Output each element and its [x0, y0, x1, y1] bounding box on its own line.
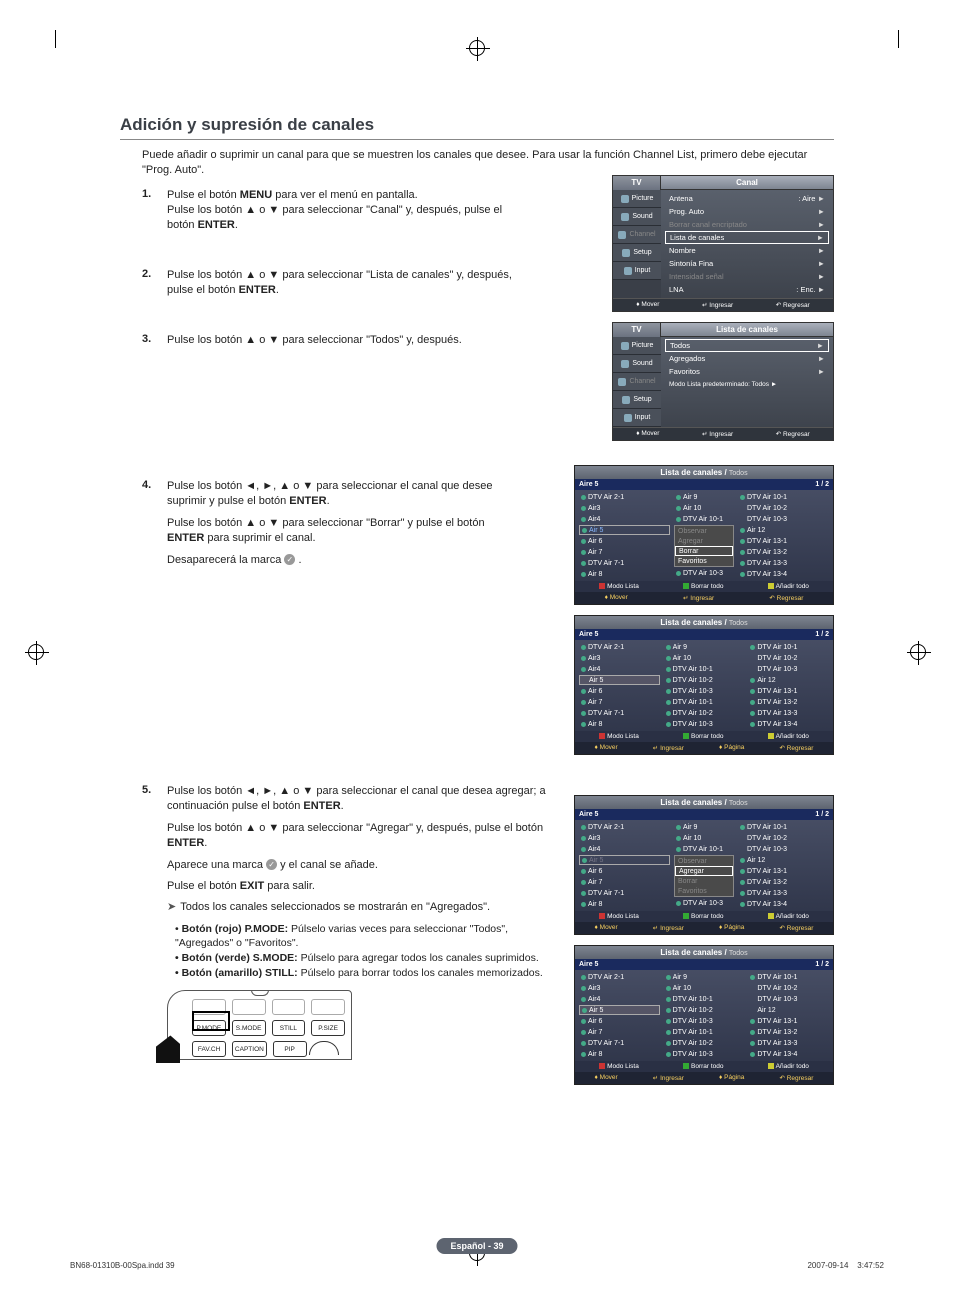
item-sintonia[interactable]: Sintonía Fina► [665, 257, 829, 270]
hint-ingresar: ↵ Ingresar [702, 301, 733, 309]
thumb-icon [156, 1035, 180, 1063]
channel-list-after-add: Lista de canales / Todos Aire 51 / 2 DTV… [574, 945, 834, 1085]
channel-list-agregar: Lista de canales / Todos Aire 51 / 2 DTV… [574, 795, 834, 935]
hint-regresar: ↶ Regresar [776, 301, 810, 309]
item-modo[interactable]: Modo Lista predeterminado: Todos ► [665, 378, 829, 391]
screenshots-step5: Lista de canales / Todos Aire 51 / 2 DTV… [574, 795, 834, 1085]
highlight-box [192, 1011, 230, 1031]
screenshots-top: TV Canal Picture Sound Channel Setup Inp… [612, 175, 834, 441]
item-nombre[interactable]: Nombre► [665, 244, 829, 257]
tab-channel[interactable]: Channel [613, 373, 661, 391]
remote-favch[interactable]: FAV.CH [192, 1041, 226, 1057]
tab-input[interactable]: Input [613, 409, 661, 427]
remote-diagram: P.MODE S.MODE STILL P.SIZE FAV.CH CAPTIO… [167, 990, 352, 1060]
channel-list-after-delete: Lista de canales / Todos Aire 51 / 2 DTV… [574, 615, 834, 755]
tab-sound[interactable]: Sound [613, 355, 661, 373]
note-icon: ➤ [167, 901, 176, 913]
ctx-observar[interactable]: Observar [675, 526, 733, 536]
tab-picture[interactable]: Picture [613, 190, 661, 208]
item-antena[interactable]: Antena: Aire ► [665, 192, 829, 205]
check-icon: ✓ [284, 554, 295, 565]
tv-badge: TV [613, 323, 661, 337]
page-number-badge: Español - 39 [436, 1238, 517, 1254]
remote-still[interactable]: STILL [272, 1020, 306, 1036]
ctx-borrar[interactable]: Borrar [675, 546, 733, 556]
ctx-favoritos[interactable]: Favoritos [675, 556, 733, 566]
channel-col1: DTV Air 2-1 Air3 Air4 Air 5 Air 6 Air 7 … [579, 492, 670, 579]
remote-pip[interactable]: PIP [273, 1041, 307, 1057]
menu-title: Lista de canales [661, 323, 833, 337]
item-favoritos[interactable]: Favoritos► [665, 365, 829, 378]
tv-badge: TV [613, 176, 661, 190]
item-lna[interactable]: LNA: Enc. ► [665, 283, 829, 296]
tv-menu-lista: TV Lista de canales Picture Sound Channe… [612, 322, 834, 441]
remote-psize[interactable]: P.SIZE [311, 1020, 345, 1036]
footer-left: BN68-01310B-00Spa.indd 39 [70, 1261, 175, 1270]
menu-title: Canal [661, 176, 833, 190]
context-menu: Observar Agregar Borrar Favoritos [674, 525, 734, 567]
footer-right: 2007-09-14 3:47:52 [807, 1261, 884, 1270]
tab-setup[interactable]: Setup [613, 244, 661, 262]
remote-caption[interactable]: CAPTION [232, 1041, 266, 1057]
channel-col3: DTV Air 10-1 DTV Air 10-2 DTV Air 10-3 A… [738, 492, 829, 579]
item-intensidad: Intensidad señal► [665, 270, 829, 283]
item-lista[interactable]: Lista de canales► [665, 231, 829, 244]
item-agregados[interactable]: Agregados► [665, 352, 829, 365]
remote-smode[interactable]: S.MODE [232, 1020, 266, 1036]
check-icon: ✓ [266, 859, 277, 870]
page-title: Adición y supresión de canales [120, 115, 834, 140]
tab-picture[interactable]: Picture [613, 337, 661, 355]
item-borrar-enc: Borrar canal encriptado► [665, 218, 829, 231]
hint-mover: ♦ Mover [636, 301, 659, 309]
channel-col2: Air 9 Air 10 DTV Air 10-1 Observar Agreg… [674, 492, 734, 579]
tab-setup[interactable]: Setup [613, 391, 661, 409]
tab-sound[interactable]: Sound [613, 208, 661, 226]
item-todos[interactable]: Todos► [665, 339, 829, 352]
screenshots-step4: Lista de canales / Todos Aire 51 / 2 DTV… [574, 465, 834, 755]
ctx-agregar[interactable]: Agregar [675, 536, 733, 546]
channel-list-borrar: Lista de canales / Todos Aire 51 / 2 DTV… [574, 465, 834, 605]
tab-input[interactable]: Input [613, 262, 661, 280]
tv-menu-canal: TV Canal Picture Sound Channel Setup Inp… [612, 175, 834, 312]
tab-channel[interactable]: Channel [613, 226, 661, 244]
item-prog[interactable]: Prog. Auto► [665, 205, 829, 218]
